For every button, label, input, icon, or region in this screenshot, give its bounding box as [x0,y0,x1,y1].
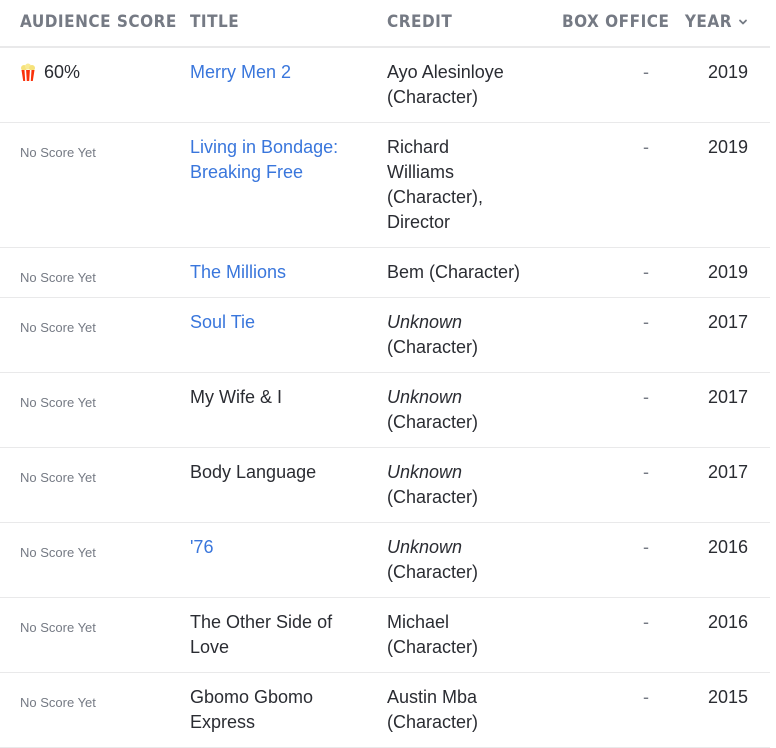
release-year: 2019 [707,137,748,157]
credit: Unknown (Character) [387,310,547,360]
table-row: No Score Yet '76 Unknown (Character) - 2016 [0,523,770,598]
table-row: 60% Merry Men 2 Ayo Alesinloye (Character) -… [0,48,770,123]
table-header: AUDIENCE SCORE TITLE CREDIT BOX OFFICE Y… [0,0,770,48]
credit: Unknown (Character) [387,535,547,585]
popcorn-icon [21,63,35,82]
credit-name: Unknown [387,537,463,557]
no-score-label: No Score Yet [20,545,96,560]
table-row: No Score Yet The Other Side of Love Michae… [0,598,770,673]
credit-role: (Character) [387,562,479,582]
credit-role: (Character) [429,262,521,282]
audience-score: 60% [20,60,80,85]
credit: Michael (Character) [387,610,547,660]
no-score-label: No Score Yet [20,270,96,285]
release-year: 2019 [707,62,748,82]
table-row: No Score Yet Living in Bondage: Breaking … [0,123,770,248]
credit-name: Unknown [387,462,463,482]
release-year: 2017 [707,312,748,332]
chevron-down-icon [739,19,747,25]
no-score-label: No Score Yet [20,620,96,635]
header-box-office[interactable]: BOX OFFICE [562,12,669,32]
filmography-table: AUDIENCE SCORE TITLE CREDIT BOX OFFICE Y… [0,0,770,748]
table-row: No Score Yet Soul Tie Unknown (Character) - 2… [0,298,770,373]
credit-role: (Character) [387,487,479,507]
credit-role: (Character) [387,412,479,432]
table-row: No Score Yet Body Language Unknown (Charact… [0,448,770,523]
box-office-value: - [643,62,649,82]
header-audience-score[interactable]: AUDIENCE SCORE [20,12,177,32]
no-score-label: No Score Yet [20,695,96,710]
movie-title-link[interactable]: '76 [190,535,370,560]
credit-name: Richard Williams [387,137,454,182]
header-year-label: YEAR [684,12,732,32]
release-year: 2016 [707,537,748,557]
movie-title: Body Language [190,462,317,482]
credit-role: (Character), Director [387,187,484,232]
box-office-value: - [643,687,649,707]
movie-title: The Other Side of Love [190,612,333,657]
credit: Austin Mba (Character) [387,685,547,735]
credit-role: (Character) [387,637,479,657]
box-office-value: - [643,312,649,332]
no-score-label: No Score Yet [20,395,96,410]
credit-name: Unknown [387,387,463,407]
header-title[interactable]: TITLE [190,12,239,32]
movie-title-link[interactable]: Living in Bondage: Breaking Free [190,135,370,185]
credit-name: Bem [387,262,425,282]
credit-name: Michael [387,612,450,632]
release-year: 2016 [707,612,748,632]
credit-role: (Character) [387,712,479,732]
table-row: No Score Yet My Wife & I Unknown (Character… [0,373,770,448]
credit-role: (Character) [387,87,479,107]
release-year: 2019 [707,262,748,282]
movie-title-link[interactable]: Soul Tie [190,310,370,335]
movie-title: My Wife & I [190,387,283,407]
credit: Bem (Character) [387,260,547,285]
box-office-value: - [643,537,649,557]
release-year: 2017 [707,462,748,482]
header-credit[interactable]: CREDIT [387,12,452,32]
no-score-label: No Score Yet [20,145,96,160]
release-year: 2017 [707,387,748,407]
credit: Richard Williams (Character), Director [387,135,497,235]
box-office-value: - [643,262,649,282]
credit-name: Austin Mba [387,687,478,707]
credit: Ayo Alesinloye (Character) [387,60,547,110]
no-score-label: No Score Yet [20,320,96,335]
no-score-label: No Score Yet [20,470,96,485]
credit: Unknown (Character) [387,385,547,435]
box-office-value: - [643,137,649,157]
credit: Unknown (Character) [387,460,547,510]
box-office-value: - [643,612,649,632]
table-row: No Score Yet Gbomo Gbomo Express Austin Mb… [0,673,770,748]
credit-name: Ayo Alesinloye [387,62,504,82]
header-year-sort[interactable]: YEAR [685,12,748,32]
table-body: 60% Merry Men 2 Ayo Alesinloye (Character) -… [0,48,770,748]
movie-title: Gbomo Gbomo Express [190,687,314,732]
movie-title-link[interactable]: The Millions [190,260,370,285]
box-office-value: - [643,462,649,482]
movie-title-link[interactable]: Merry Men 2 [190,60,370,85]
credit-role: (Character) [387,337,479,357]
box-office-value: - [643,387,649,407]
credit-name: Unknown [387,312,463,332]
release-year: 2015 [707,687,748,707]
audience-score-value: 60% [44,62,81,82]
table-row: No Score Yet The Millions Bem (Character) -… [0,248,770,298]
